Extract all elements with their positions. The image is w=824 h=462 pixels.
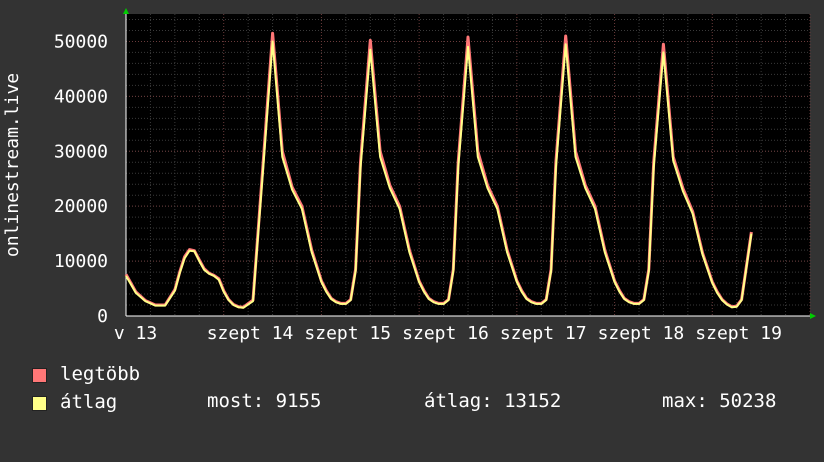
y-tick-label: 20000 <box>54 196 108 217</box>
y-axis-arrow <box>123 8 129 14</box>
legend-label-avg: átlag <box>60 391 118 413</box>
stat-max: max: 50238 <box>662 390 777 412</box>
legend-item-avg: átlag <box>32 390 117 462</box>
x-axis-arrow <box>810 313 816 319</box>
x-tick-label: szept 15 <box>304 323 391 344</box>
y-tick-labels: 0 10000 20000 30000 40000 50000 <box>54 31 108 327</box>
y-tick-label: 0 <box>97 306 108 327</box>
y-tick-label: 40000 <box>54 86 108 107</box>
x-tick-label: szept 14 <box>207 323 294 344</box>
y-tick-label: 30000 <box>54 141 108 162</box>
x-tick-labels: v 13 szept 14 szept 15 szept 16 szept 17 szep… <box>114 323 782 344</box>
legend-swatch-avg <box>32 396 47 411</box>
legend-swatch-max <box>32 368 47 383</box>
stat-current: most: 9155 <box>207 390 322 412</box>
y-tick-label: 10000 <box>54 251 108 272</box>
y-tick-label: 50000 <box>54 31 108 52</box>
x-tick-label: szept 18 <box>598 323 685 344</box>
x-tick-label: szept 16 <box>402 323 489 344</box>
legend-label-max: legtöbb <box>60 363 141 385</box>
y-axis-label: onlinestream.live <box>2 73 23 257</box>
x-tick-label: v 13 <box>114 323 157 344</box>
x-tick-label: szept 19 <box>695 323 782 344</box>
x-tick-label: szept 17 <box>500 323 587 344</box>
stat-average: átlag: 13152 <box>424 390 562 412</box>
